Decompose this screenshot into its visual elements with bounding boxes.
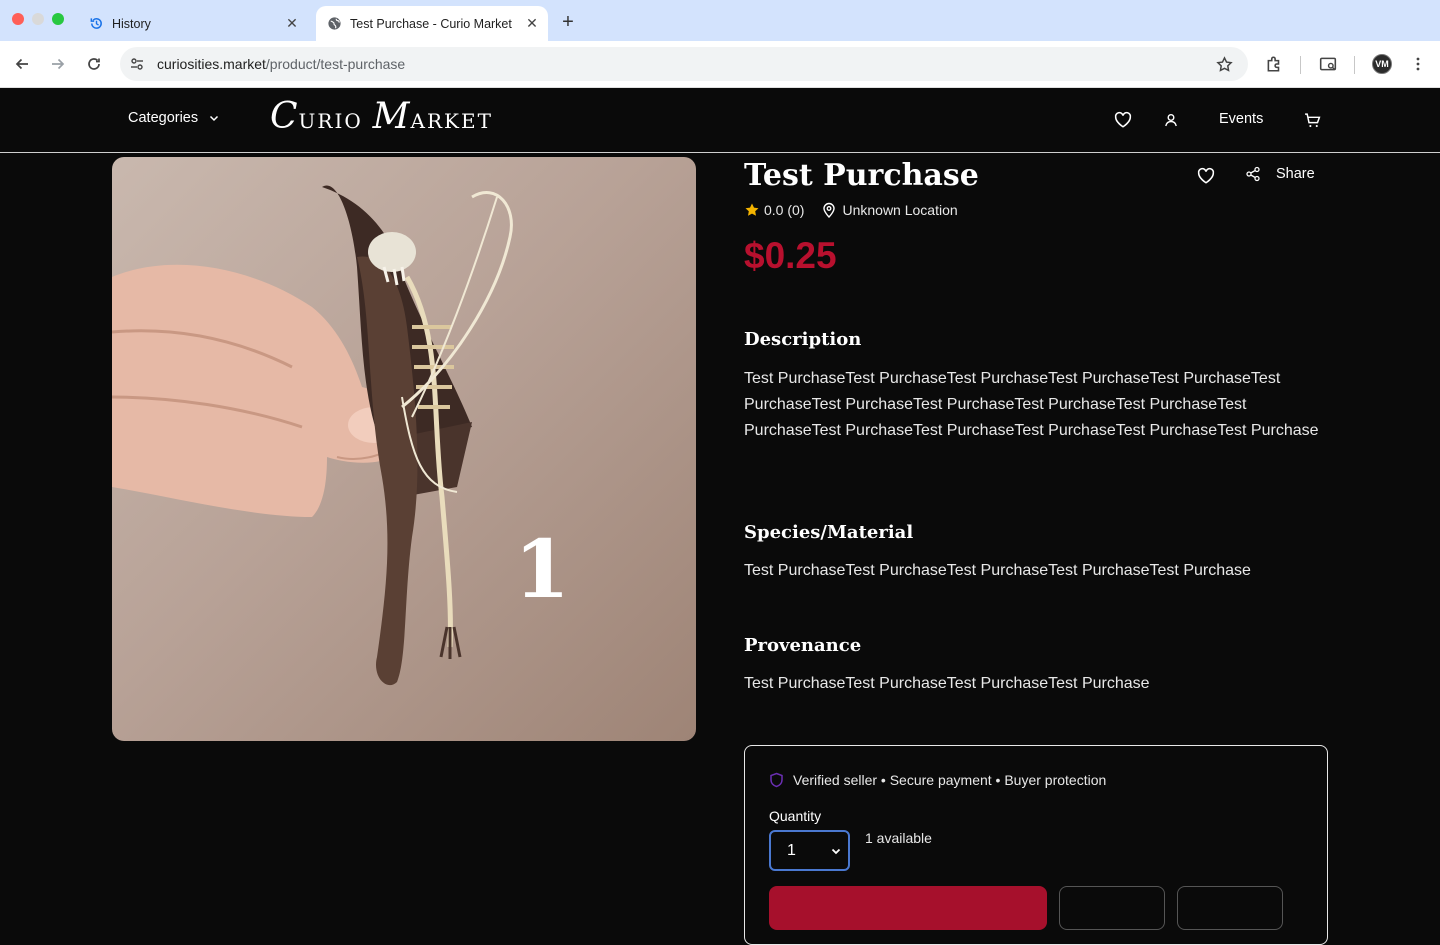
logo-letter: C [270,96,299,137]
tab-search-icon[interactable] [1317,53,1339,75]
secondary-action-button[interactable] [1059,886,1165,930]
location-text: Unknown Location [842,202,958,218]
description-heading: Description [744,329,862,350]
tab-label: History [112,16,151,31]
browser-toolbar: curiosities.market/product/test-purchase… [0,41,1440,88]
secondary-action-button[interactable] [1177,886,1283,930]
product-meta: 0.0 (0) Unknown Location [744,202,958,218]
account-user-icon[interactable] [1161,110,1181,130]
product-image[interactable]: 1 [112,157,696,741]
wishlist-heart-icon[interactable] [1113,110,1133,130]
logo-letter: M [372,96,411,137]
site-header: Categories CURIO MARKET Events [0,88,1440,153]
tab-test-purchase[interactable]: Test Purchase - Curio Market ✕ [316,6,548,41]
cart-icon[interactable] [1302,110,1322,130]
extensions-puzzle-icon[interactable] [1263,53,1285,75]
categories-label: Categories [128,110,199,126]
add-to-cart-button[interactable] [769,886,1047,930]
provenance-heading: Provenance [744,635,862,656]
provenance-text: Test PurchaseTest PurchaseTest PurchaseT… [744,675,1150,692]
product-title: Test Purchase [744,158,979,193]
history-icon [88,16,104,32]
rating-value: 0.0 (0) [764,202,805,218]
favorite-heart-icon[interactable] [1195,165,1217,187]
back-arrow-icon[interactable] [10,52,34,76]
description-text: Test PurchaseTest PurchaseTest PurchaseT… [744,370,1319,439]
share-button[interactable]: Share [1244,165,1315,183]
trust-text: Verified seller • Secure payment • Buyer… [793,772,1107,788]
rating-star-icon [744,202,760,218]
species-heading: Species/Material [744,522,914,543]
product-photo-illustration: 1 [112,185,570,686]
site-info-icon[interactable] [128,55,146,73]
trust-badge: Verified seller • Secure payment • Buyer… [769,772,1106,788]
browser-menu-icon[interactable] [1407,53,1429,75]
chevron-down-icon [208,111,222,125]
shield-icon [769,772,785,788]
categories-menu-button[interactable]: Categories [128,110,222,126]
new-tab-button[interactable]: + [556,10,580,34]
tab-label: Test Purchase - Curio Market [350,16,512,31]
site-logo[interactable]: CURIO MARKET [270,96,493,137]
forward-arrow-icon[interactable] [46,52,70,76]
share-label: Share [1276,166,1315,182]
toolbar-divider [1300,56,1301,74]
toolbar-divider [1354,56,1355,74]
purchase-panel: Verified seller • Secure payment • Buyer… [744,745,1328,945]
chevron-down-icon [830,844,842,858]
browser-tab-strip: History ✕ Test Purchase - Curio Market ✕… [0,0,1440,41]
quantity-value: 1 [787,841,796,859]
tab-close-icon[interactable]: ✕ [282,14,302,34]
window-zoom-button[interactable] [52,13,64,25]
url-text: curiosities.market/product/test-purchase [157,56,405,72]
events-link[interactable]: Events [1219,111,1263,127]
logo-text: ARKET [410,109,493,133]
quantity-select[interactable]: 1 [769,830,850,871]
available-count: 1 available [865,830,932,846]
globe-icon [326,16,342,32]
url-domain: curiosities.market [157,56,266,72]
logo-text: URIO [298,109,363,133]
share-icon [1244,165,1262,183]
location-pin-icon [822,202,836,218]
quantity-label: Quantity [769,808,822,824]
address-bar[interactable]: curiosities.market/product/test-purchase [120,47,1248,81]
product-price: $0.25 [744,235,837,276]
window-close-button[interactable] [12,13,24,25]
image-overlay-number: 1 [514,522,570,616]
tab-history[interactable]: History ✕ [78,6,308,41]
profile-avatar[interactable]: VM [1372,54,1392,74]
bookmark-star-icon[interactable] [1214,54,1234,74]
window-minimize-button[interactable] [32,13,44,25]
species-text: Test PurchaseTest PurchaseTest PurchaseT… [744,562,1251,579]
tab-close-icon[interactable]: ✕ [522,14,542,34]
url-path: /product/test-purchase [265,56,406,72]
reload-icon[interactable] [82,52,106,76]
